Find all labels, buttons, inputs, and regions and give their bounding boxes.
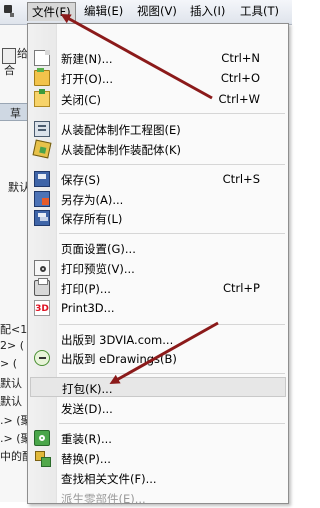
menu-separator bbox=[59, 164, 285, 165]
menu-item-pack-and-go[interactable]: 打包(K)... bbox=[30, 377, 286, 397]
print-preview-icon bbox=[34, 260, 50, 276]
bg-text: > ( bbox=[0, 357, 18, 370]
menu-bar: 文件(F) 编辑(E) 视图(V) 插入(I) 工具(T) bbox=[0, 0, 292, 25]
menu-item-close[interactable]: 关闭(C) Ctrl+W bbox=[30, 89, 286, 109]
menu-item-print-preview[interactable]: 打印预览(V)... bbox=[30, 258, 286, 278]
menu-item-shortcut: Ctrl+S bbox=[222, 172, 260, 186]
menu-item-label: Print3D... bbox=[61, 301, 115, 315]
file-menu: 新建(N)... Ctrl+N 打开(O)... Ctrl+O 关闭(C) Ct… bbox=[27, 23, 289, 506]
edrawings-icon bbox=[34, 350, 50, 366]
menu-item-make-drawing[interactable]: 从装配体制作工程图(E) bbox=[30, 119, 286, 139]
menu-item-shortcut: Ctrl+P bbox=[222, 281, 260, 295]
menu-item-save[interactable]: 保存(S) Ctrl+S bbox=[30, 169, 286, 189]
bg-text: 2> ( bbox=[0, 339, 25, 352]
menu-view[interactable]: 视图(V) bbox=[133, 2, 181, 21]
menu-item-label: 派生零部件(E)... bbox=[61, 492, 146, 506]
menu-separator bbox=[59, 423, 285, 424]
menu-item-label: 打印预览(V)... bbox=[61, 262, 135, 276]
save-icon bbox=[34, 171, 50, 187]
menu-item-label: 重装(R)... bbox=[61, 432, 112, 446]
menu-item-label: 页面设置(G)... bbox=[61, 242, 136, 256]
menu-item-print[interactable]: 打印(P)... Ctrl+P bbox=[30, 278, 286, 298]
menu-item-shortcut: Ctrl+N bbox=[221, 51, 260, 65]
menu-item-label: 另存为(A)... bbox=[61, 193, 124, 207]
drawing-icon bbox=[34, 121, 50, 137]
save-all-icon bbox=[34, 210, 50, 226]
menu-item-derive-part[interactable]: 派生零部件(E)... bbox=[30, 488, 286, 508]
menu-file[interactable]: 文件(F) bbox=[27, 2, 76, 21]
menu-item-label: 保存所有(L) bbox=[61, 212, 123, 226]
menu-item-open[interactable]: 打开(O)... Ctrl+O bbox=[30, 68, 286, 88]
menu-separator bbox=[59, 113, 285, 114]
open-folder-icon bbox=[34, 68, 50, 86]
bg-text: 草 bbox=[10, 107, 21, 120]
menu-item-shortcut: Ctrl+W bbox=[218, 92, 260, 106]
save-as-icon bbox=[34, 191, 50, 207]
menu-item-label: 打开(O)... bbox=[61, 72, 113, 86]
menu-item-label: 保存(S) bbox=[61, 173, 101, 187]
reload-icon bbox=[34, 430, 50, 446]
menu-item-label: 出版到 3DVIA.com... bbox=[61, 333, 174, 347]
menu-separator bbox=[59, 233, 285, 234]
menu-item-shortcut: Ctrl+O bbox=[220, 71, 260, 85]
menu-item-send[interactable]: 发送(D)... bbox=[30, 398, 286, 418]
menu-item-save-all[interactable]: 保存所有(L) bbox=[30, 208, 286, 228]
menu-insert[interactable]: 插入(I) bbox=[186, 2, 229, 21]
menu-item-find-references[interactable]: 查找相关文件(F)... bbox=[30, 468, 286, 488]
printer-icon bbox=[34, 278, 50, 296]
menu-item-label: 打包(K)... bbox=[62, 382, 113, 396]
menu-item-print3d[interactable]: 3D Print3D... bbox=[30, 298, 286, 318]
menu-item-label: 打印(P)... bbox=[61, 282, 111, 296]
menu-item-new[interactable]: 新建(N)... Ctrl+N bbox=[30, 48, 286, 68]
menu-separator bbox=[59, 324, 285, 325]
menu-item-replace[interactable]: 替换(P)... bbox=[30, 448, 286, 468]
menu-item-label: 关闭(C) bbox=[61, 93, 102, 107]
replace-icon bbox=[34, 450, 51, 467]
bg-text: 合 bbox=[4, 64, 15, 77]
app-logo-icon bbox=[2, 3, 14, 21]
assembly-icon bbox=[32, 139, 52, 159]
menu-item-publish-edrawings[interactable]: 出版到 eDrawings(B) bbox=[30, 348, 286, 368]
menu-tools[interactable]: 工具(T) bbox=[236, 2, 283, 21]
menu-item-publish-3dvia[interactable]: 出版到 3DVIA.com... bbox=[30, 329, 286, 349]
menu-item-label: 发送(D)... bbox=[61, 402, 113, 416]
bg-text: 默认 bbox=[0, 377, 22, 390]
menu-item-make-assembly[interactable]: 从装配体制作装配体(K) bbox=[30, 139, 286, 159]
menu-item-label: 出版到 eDrawings(B) bbox=[61, 352, 177, 366]
close-folder-icon bbox=[34, 89, 50, 107]
print3d-icon: 3D bbox=[34, 300, 50, 316]
menu-item-save-as[interactable]: 另存为(A)... bbox=[30, 189, 286, 209]
bg-text: 配<1 bbox=[0, 323, 28, 336]
menu-item-label: 查找相关文件(F)... bbox=[61, 472, 157, 486]
menu-item-label: 从装配体制作装配体(K) bbox=[61, 143, 182, 157]
menu-item-reload[interactable]: 重装(R)... bbox=[30, 428, 286, 448]
menu-item-label: 从装配体制作工程图(E) bbox=[61, 123, 181, 137]
new-document-icon bbox=[34, 50, 50, 66]
menu-separator bbox=[59, 373, 285, 374]
menu-item-label: 替换(P)... bbox=[61, 452, 111, 466]
menu-item-label: 新建(N)... bbox=[61, 52, 113, 66]
menu-edit[interactable]: 编辑(E) bbox=[80, 2, 127, 21]
menu-item-page-setup[interactable]: 页面设置(G)... bbox=[30, 238, 286, 258]
bg-text: 默认 bbox=[0, 395, 22, 408]
